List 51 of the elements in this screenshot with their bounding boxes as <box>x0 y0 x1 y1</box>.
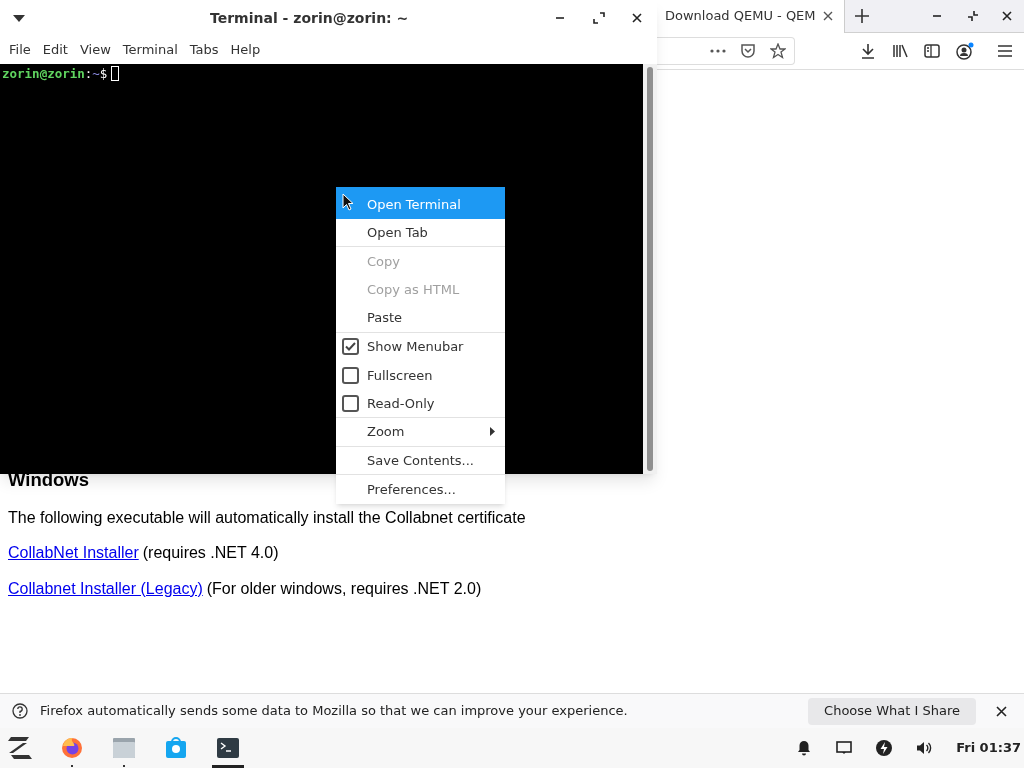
menu-item[interactable]: Show Menubar <box>336 332 505 361</box>
notification-text: Firefox automatically sends some data to Mozilla so that we can improve your experience. <box>40 702 628 721</box>
scrollbar-thumb[interactable] <box>647 67 653 471</box>
menu-item[interactable]: File <box>3 40 37 60</box>
close-icon[interactable] <box>1002 11 1012 21</box>
restore-icon[interactable] <box>967 10 979 22</box>
mouse-pointer-icon <box>342 193 354 211</box>
menu-item[interactable]: Paste <box>336 304 505 333</box>
library-icon[interactable] <box>892 43 908 59</box>
link[interactable]: CollabNet Installer <box>8 543 139 563</box>
menu-item[interactable]: Fullscreen <box>336 361 505 390</box>
link[interactable]: Collabnet Installer (Legacy) <box>8 579 203 599</box>
close-icon[interactable] <box>823 11 833 21</box>
pocket-icon[interactable] <box>740 43 756 59</box>
link-note: (For older windows, requires .NET 2.0) <box>206 579 482 599</box>
maximize-icon[interactable] <box>593 12 605 24</box>
browser-tab[interactable]: Download QEMU - QEM <box>655 0 845 33</box>
menu-item[interactable]: Read-Only <box>336 389 505 418</box>
menu-item[interactable]: Tabs <box>183 40 225 60</box>
menu-item[interactable]: Open Tab <box>336 218 505 247</box>
close-icon[interactable] <box>996 705 1007 717</box>
menu-item[interactable]: Zoom <box>336 418 505 447</box>
account-icon[interactable] <box>956 42 974 60</box>
download-icon[interactable] <box>860 43 876 59</box>
menu-item[interactable]: Terminal <box>116 40 184 60</box>
new-tab-icon[interactable] <box>855 9 869 23</box>
sidebar-icon[interactable] <box>924 43 940 59</box>
menu-item[interactable]: Preferences... <box>336 475 505 504</box>
menu-icon[interactable] <box>998 45 1012 57</box>
checkbox[interactable] <box>342 366 359 384</box>
menu-item[interactable]: Help <box>224 40 267 60</box>
menu-item[interactable]: Save Contents... <box>336 446 505 475</box>
close-icon[interactable] <box>632 13 642 23</box>
checkbox[interactable] <box>342 394 359 412</box>
link-note: (requires .NET 4.0) <box>142 543 279 563</box>
caret-icon[interactable] <box>13 14 25 22</box>
checkbox[interactable] <box>342 338 359 356</box>
menu-item[interactable]: Edit <box>36 40 74 60</box>
menu-item[interactable]: View <box>73 40 117 60</box>
submenu-arrow-icon <box>490 427 495 437</box>
star-icon[interactable] <box>770 43 786 59</box>
address-bar[interactable] <box>657 37 795 65</box>
clock[interactable]: Fri 01:37 <box>956 738 1021 758</box>
window-title: Terminal - zorin@zorin: ~ <box>210 8 409 28</box>
checkmark-icon <box>345 342 356 352</box>
text-cursor <box>111 66 120 81</box>
paragraph: The following executable will automatically install the Collabnet certificate <box>8 509 526 527</box>
help-icon <box>12 703 28 719</box>
more-icon[interactable] <box>710 49 726 53</box>
shell-prompt: zorin@zorin:~$ <box>2 66 108 82</box>
choose-what-i-share-button[interactable]: Choose What I Share <box>808 697 976 725</box>
